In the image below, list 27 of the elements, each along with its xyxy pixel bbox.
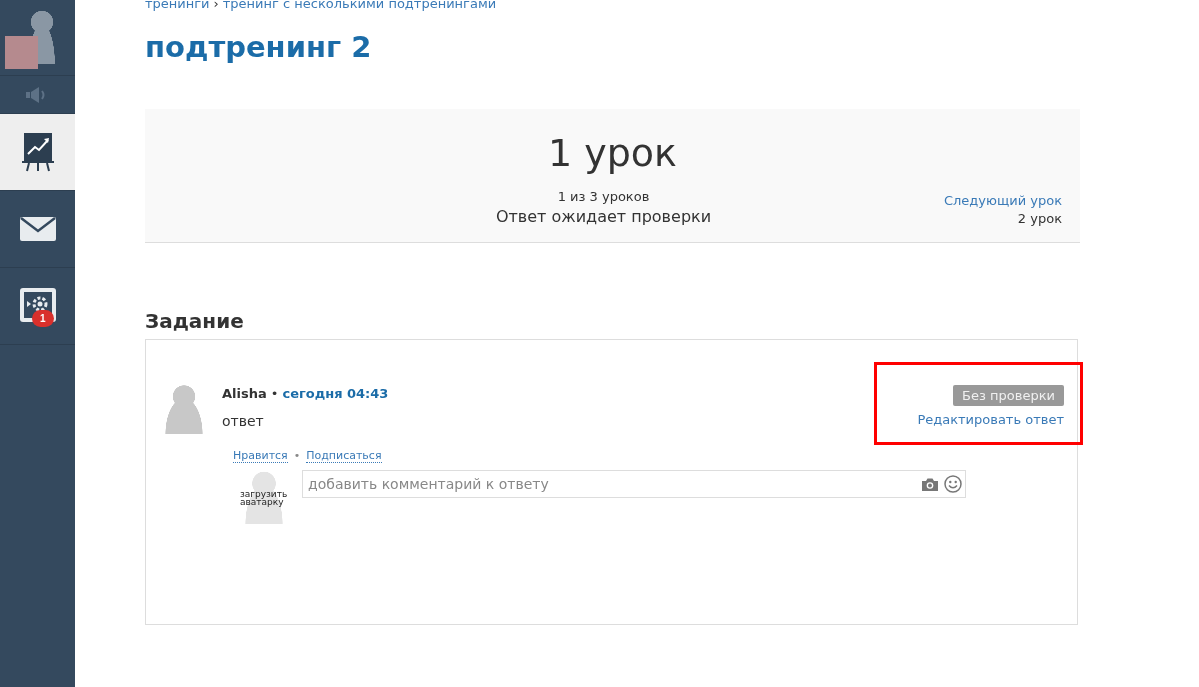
answer-time-link[interactable]: сегодня 04:43 [282,386,389,401]
action-link[interactable]: Подписаться [306,449,382,463]
breadcrumb-link[interactable]: тренинги [145,0,210,11]
next-lesson-title: 2 урок [1016,211,1062,226]
author-name: Alisha [222,386,267,401]
smiley-icon[interactable] [944,475,962,493]
meta-separator: • [270,386,279,401]
next-lesson-link[interactable]: Следующий урок [892,193,1062,208]
status-badge: Без проверки [953,385,1064,406]
lesson-title: 1 урок [546,131,679,175]
chart-board-icon [21,132,54,172]
page-title: подтренинг 2 [145,30,373,64]
lesson-status: Ответ ожидает проверки [494,207,713,226]
comment-field[interactable]: добавить комментарий к ответу [302,470,966,498]
lesson-counter: 1 из 3 уроков [556,189,651,204]
breadcrumb-link[interactable]: тренинг с несколькими подтренингами [222,0,497,11]
answer-text: ответ [222,413,265,429]
section-heading: Задание [145,309,245,333]
upload-avatar-link[interactable]: загрузить аватарку [240,490,292,506]
edit-answer-link[interactable]: Редактировать ответ [917,412,1064,427]
breadcrumb-separator: › [213,0,219,11]
notification-badge: 1 [32,310,54,327]
sidebar-item[interactable] [0,114,75,191]
action-link[interactable]: Нравится [233,449,288,463]
envelope-icon [19,217,56,241]
action-separator: • [293,449,301,462]
photo-placeholder [5,36,38,69]
